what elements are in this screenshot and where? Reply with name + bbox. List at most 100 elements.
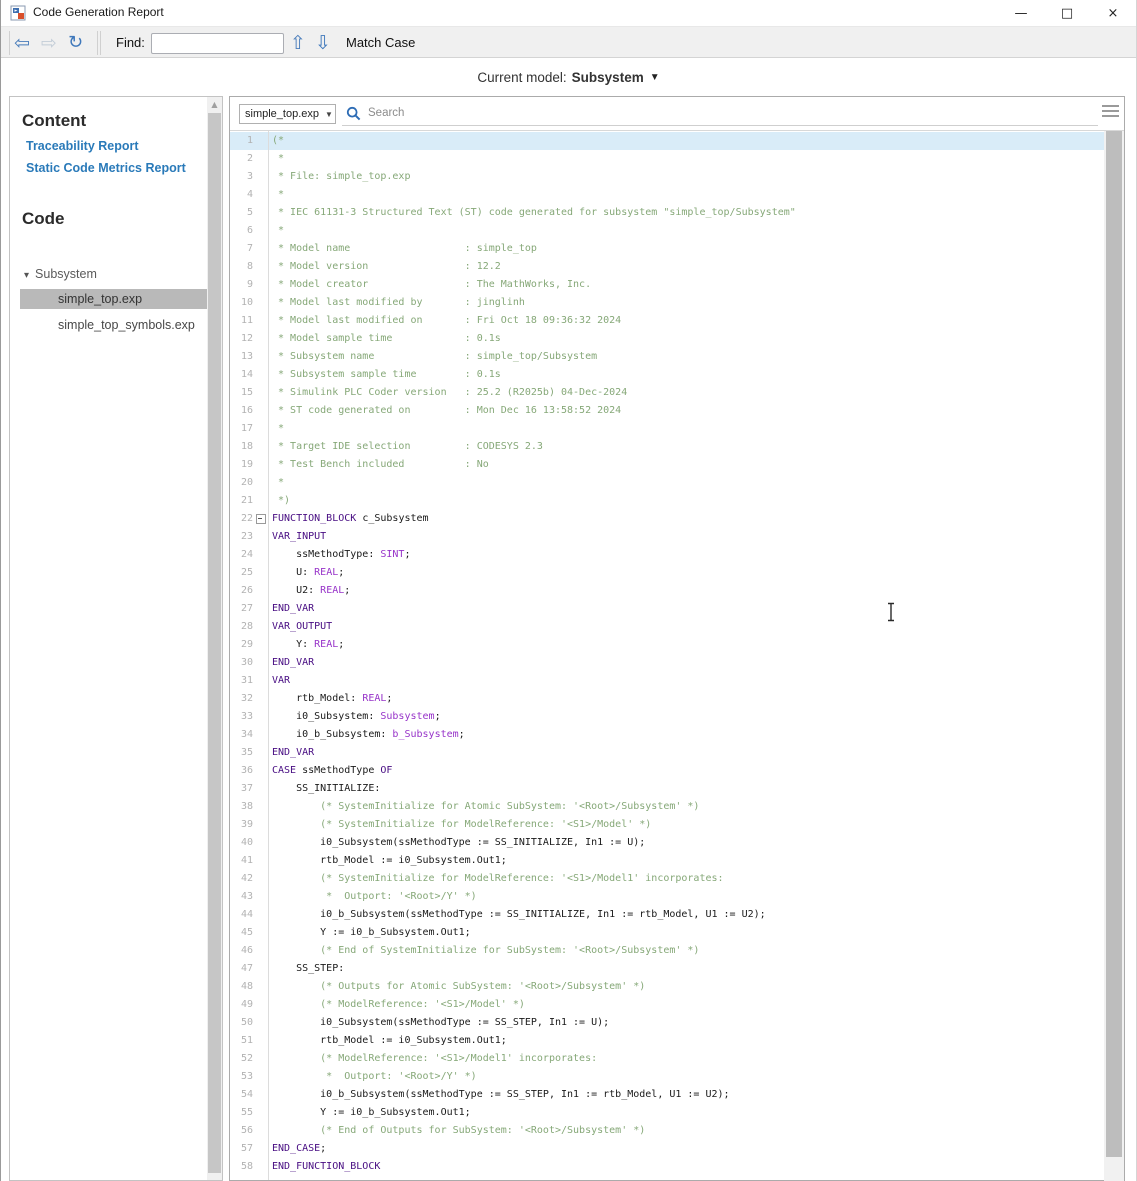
code-line[interactable]: 39 (* SystemInitialize for ModelReferenc… [230, 816, 1106, 834]
code-text: U2: REAL; [268, 582, 350, 600]
code-text: END_VAR [268, 600, 314, 618]
code-line[interactable]: 53 * Outport: '<Root>/Y' *) [230, 1068, 1106, 1086]
code-line[interactable]: 34 i0_b_Subsystem: b_Subsystem; [230, 726, 1106, 744]
code-line[interactable]: 52 (* ModelReference: '<S1>/Model1' inco… [230, 1050, 1106, 1068]
code-line[interactable]: 38 (* SystemInitialize for Atomic SubSys… [230, 798, 1106, 816]
match-case-toggle[interactable]: Match Case [346, 35, 415, 50]
code-line[interactable]: 18 * Target IDE selection : CODESYS 2.3 [230, 438, 1106, 456]
code-line[interactable]: 19 * Test Bench included : No [230, 456, 1106, 474]
collapse-icon[interactable]: ▾ [24, 270, 29, 281]
code-line[interactable]: 59 [230, 1176, 1106, 1180]
code-line[interactable]: 28VAR_OUTPUT [230, 618, 1106, 636]
code-line[interactable]: 49 (* ModelReference: '<S1>/Model' *) [230, 996, 1106, 1014]
code-line[interactable]: 56 (* End of Outputs for SubSystem: '<Ro… [230, 1122, 1106, 1140]
code-line[interactable]: 20 * [230, 474, 1106, 492]
code-line[interactable]: 11 * Model last modified on : Fri Oct 18… [230, 312, 1106, 330]
code-line[interactable]: 31VAR [230, 672, 1106, 690]
code-line[interactable]: 57END_CASE; [230, 1140, 1106, 1158]
code-line[interactable]: 48 (* Outputs for Atomic SubSystem: '<Ro… [230, 978, 1106, 996]
code-line[interactable]: 40 i0_Subsystem(ssMethodType := SS_INITI… [230, 834, 1106, 852]
code-line[interactable]: 15 * Simulink PLC Coder version : 25.2 (… [230, 384, 1106, 402]
code-line[interactable]: 44 i0_b_Subsystem(ssMethodType := SS_INI… [230, 906, 1106, 924]
find-next-icon[interactable]: ⇩ [315, 30, 331, 56]
code-line[interactable]: 16 * ST code generated on : Mon Dec 16 1… [230, 402, 1106, 420]
app-icon [10, 5, 26, 21]
sidebar-item-simple_top.exp[interactable]: simple_top.exp [20, 289, 210, 309]
code-line[interactable]: 26 U2: REAL; [230, 582, 1106, 600]
code-line[interactable]: 21 *) [230, 492, 1106, 510]
code-line[interactable]: 41 rtb_Model := i0_Subsystem.Out1; [230, 852, 1106, 870]
code-line[interactable]: 37 SS_INITIALIZE: [230, 780, 1106, 798]
code-line[interactable]: 23VAR_INPUT [230, 528, 1106, 546]
code-line[interactable]: 3 * File: simple_top.exp [230, 168, 1106, 186]
close-button[interactable]: × [1090, 0, 1136, 26]
code-line[interactable]: 47 SS_STEP: [230, 960, 1106, 978]
code-line[interactable]: 17 * [230, 420, 1106, 438]
code-line[interactable]: 25 U: REAL; [230, 564, 1106, 582]
code-line[interactable]: 12 * Model sample time : 0.1s [230, 330, 1106, 348]
code-line[interactable]: 2 * [230, 150, 1106, 168]
code-text: ssMethodType: SINT; [268, 546, 411, 564]
code-line[interactable]: 54 i0_b_Subsystem(ssMethodType := SS_STE… [230, 1086, 1106, 1104]
code-line[interactable]: 50 i0_Subsystem(ssMethodType := SS_STEP,… [230, 1014, 1106, 1032]
code-line[interactable]: 7 * Model name : simple_top [230, 240, 1106, 258]
code-line[interactable]: 43 * Outport: '<Root>/Y' *) [230, 888, 1106, 906]
maximize-button[interactable]: □ [1044, 0, 1090, 26]
code-line[interactable]: 5 * IEC 61131-3 Structured Text (ST) cod… [230, 204, 1106, 222]
fold-toggle-icon[interactable] [253, 510, 268, 528]
code-search-input[interactable]: Search [342, 102, 1098, 126]
code-line[interactable]: 13 * Subsystem name : simple_top/Subsyst… [230, 348, 1106, 366]
code-scrollbar[interactable] [1104, 131, 1124, 1181]
find-input[interactable] [151, 33, 284, 54]
code-line[interactable]: 32 rtb_Model: REAL; [230, 690, 1106, 708]
code-line[interactable]: 8 * Model version : 12.2 [230, 258, 1106, 276]
code-line[interactable]: 6 * [230, 222, 1106, 240]
code-line[interactable]: 22FUNCTION_BLOCK c_Subsystem [230, 510, 1106, 528]
code-line[interactable]: 30END_VAR [230, 654, 1106, 672]
sidebar-scrollbar-thumb[interactable] [208, 113, 221, 1173]
gutter-spacer [253, 744, 268, 762]
forward-icon[interactable]: ⇨ [41, 30, 57, 56]
code-text: CASE ssMethodType OF [268, 762, 392, 780]
menu-icon[interactable] [1102, 105, 1119, 121]
sidebar-item-simple_top_symbols.exp[interactable]: simple_top_symbols.exp [20, 315, 210, 335]
code-scrollbar-thumb[interactable] [1106, 131, 1122, 1157]
line-number: 33 [230, 708, 253, 726]
file-select-dropdown[interactable]: simple_top.exp ▼ [239, 104, 336, 124]
code-line[interactable]: 58END_FUNCTION_BLOCK [230, 1158, 1106, 1176]
code-line[interactable]: 42 (* SystemInitialize for ModelReferenc… [230, 870, 1106, 888]
code-line[interactable]: 33 i0_Subsystem: Subsystem; [230, 708, 1106, 726]
code-line[interactable]: 55 Y := i0_b_Subsystem.Out1; [230, 1104, 1106, 1122]
sidebar-scrollbar[interactable]: ▲ [207, 97, 222, 1180]
code-line[interactable]: 27END_VAR [230, 600, 1106, 618]
line-number: 7 [230, 240, 253, 258]
code-line[interactable]: 35END_VAR [230, 744, 1106, 762]
code-line[interactable]: 10 * Model last modified by : jinglinh [230, 294, 1106, 312]
minimize-button[interactable]: — [998, 0, 1044, 26]
code-text: VAR_INPUT [268, 528, 326, 546]
code-line[interactable]: 14 * Subsystem sample time : 0.1s [230, 366, 1106, 384]
code-line[interactable]: 24 ssMethodType: SINT; [230, 546, 1106, 564]
code-text: (* ModelReference: '<S1>/Model' *) [268, 996, 525, 1014]
code-text: i0_b_Subsystem(ssMethodType := SS_STEP, … [268, 1086, 730, 1104]
code-line[interactable]: 9 * Model creator : The MathWorks, Inc. [230, 276, 1106, 294]
scroll-up-icon[interactable]: ▲ [207, 97, 222, 112]
traceability-report-link[interactable]: Traceability Report [26, 139, 222, 153]
code-line[interactable]: 45 Y := i0_b_Subsystem.Out1; [230, 924, 1106, 942]
code-line[interactable]: 46 (* End of SystemInitialize for SubSys… [230, 942, 1106, 960]
back-icon[interactable]: ⇦ [14, 30, 30, 56]
code-line[interactable]: 1(* [230, 132, 1106, 150]
find-previous-icon[interactable]: ⇧ [290, 30, 306, 56]
code-line[interactable]: 51 rtb_Model := i0_Subsystem.Out1; [230, 1032, 1106, 1050]
refresh-icon[interactable]: ↻ [68, 30, 83, 56]
tree-node-subsystem[interactable]: ▾Subsystem [24, 267, 222, 281]
static-code-metrics-report-link[interactable]: Static Code Metrics Report [26, 161, 222, 175]
model-dropdown-icon[interactable]: ▼ [650, 72, 660, 83]
gutter-spacer [253, 600, 268, 618]
line-number: 32 [230, 690, 253, 708]
code-line[interactable]: 29 Y: REAL; [230, 636, 1106, 654]
code-lines[interactable]: 1(*2 *3 * File: simple_top.exp4 *5 * IEC… [230, 131, 1106, 1180]
code-line[interactable]: 36CASE ssMethodType OF [230, 762, 1106, 780]
code-line[interactable]: 4 * [230, 186, 1106, 204]
gutter-spacer [253, 924, 268, 942]
